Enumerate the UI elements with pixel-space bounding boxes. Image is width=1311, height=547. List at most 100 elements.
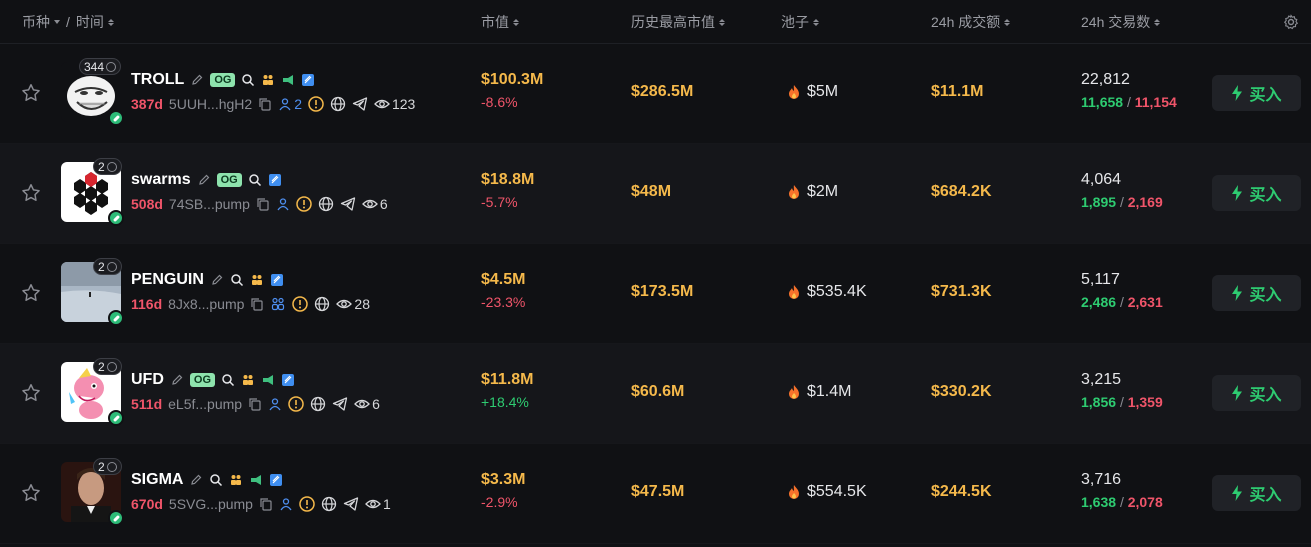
- sort-vol[interactable]: 24h 成交额: [931, 12, 1011, 32]
- edit-icon[interactable]: [189, 473, 203, 487]
- header-pool[interactable]: 池子: [781, 12, 809, 32]
- token-name[interactable]: UFD: [131, 371, 164, 389]
- holder-badge-count: 344: [84, 59, 105, 74]
- market-cap-change: -5.7%: [481, 194, 518, 210]
- header-mcap[interactable]: 市值: [481, 12, 509, 32]
- market-cap-change: -23.3%: [481, 294, 526, 310]
- globe-icon[interactable]: [321, 496, 337, 512]
- token-name[interactable]: TROLL: [131, 71, 184, 89]
- sort-icon[interactable]: [813, 18, 819, 26]
- telegram-icon[interactable]: [340, 196, 356, 212]
- sort-pool[interactable]: 池子: [781, 12, 819, 32]
- globe-icon[interactable]: [330, 96, 346, 112]
- sort-icon[interactable]: [1154, 18, 1161, 26]
- token-age: 670d: [131, 496, 163, 512]
- token-name[interactable]: swarms: [131, 171, 191, 189]
- buy-button[interactable]: 买入: [1212, 475, 1301, 511]
- eye-icon: [361, 199, 378, 209]
- megaphone-icon: [263, 375, 274, 385]
- buy-label[interactable]: 买入: [1249, 481, 1281, 505]
- buy-button[interactable]: 买入: [1212, 175, 1301, 211]
- copy-icon[interactable]: [248, 397, 262, 411]
- og-badge: OG: [210, 73, 236, 87]
- lightning-icon: [1232, 85, 1243, 101]
- token-address[interactable]: 5UUH...hgH2: [169, 96, 252, 112]
- holder-badge-count: 2: [98, 459, 105, 474]
- globe-icon[interactable]: [310, 396, 326, 412]
- star-icon[interactable]: [20, 182, 42, 204]
- token-address[interactable]: eL5f...pump: [168, 396, 242, 412]
- sort-icon[interactable]: [1004, 18, 1011, 26]
- sort-icon[interactable]: [513, 18, 519, 26]
- megaphone-icon: [251, 475, 262, 485]
- buy-label[interactable]: 买入: [1249, 181, 1281, 205]
- table-row[interactable]: 2 SIGMA 670d 5SVG...pump 1 $3.3M -2.9% $…: [0, 444, 1311, 544]
- buy-count: 1,856: [1081, 394, 1117, 410]
- table-row[interactable]: 2 PENGUIN 116d 8Jx8...pump 28 $4.5M -23.…: [0, 244, 1311, 344]
- header-vol[interactable]: 24h 成交额: [931, 12, 1000, 32]
- table-row[interactable]: 2 UFD OG 511d eL5f...pump 6 $11.8M +18.4…: [0, 344, 1311, 444]
- buy-label[interactable]: 买入: [1249, 281, 1281, 305]
- edit-icon[interactable]: [210, 273, 224, 287]
- globe-icon[interactable]: [318, 196, 334, 212]
- holders-icon: [279, 98, 291, 111]
- verified-icon: [282, 374, 295, 386]
- token-address[interactable]: 5SVG...pump: [169, 496, 253, 512]
- telegram-icon[interactable]: [352, 96, 368, 112]
- copy-icon[interactable]: [256, 197, 270, 211]
- pill-icon: [108, 210, 124, 226]
- buy-button[interactable]: 买入: [1212, 375, 1301, 411]
- search-icon[interactable]: [209, 473, 223, 487]
- search-icon[interactable]: [248, 173, 262, 187]
- sort-icon[interactable]: [107, 18, 114, 26]
- header-ath[interactable]: 历史最高市值: [631, 12, 715, 32]
- token-address[interactable]: 8Jx8...pump: [168, 296, 244, 312]
- gear-icon[interactable]: [1283, 14, 1299, 30]
- market-cap-change: -8.6%: [481, 94, 518, 110]
- token-address[interactable]: 74SB...pump: [169, 196, 250, 212]
- pool-liquidity: $2M: [807, 183, 839, 200]
- token-name[interactable]: PENGUIN: [131, 271, 204, 289]
- copy-icon[interactable]: [258, 97, 272, 111]
- market-cap-change: -2.9%: [481, 494, 518, 510]
- telegram-icon[interactable]: [343, 496, 359, 512]
- sort-icon[interactable]: [719, 18, 725, 26]
- copy-icon[interactable]: [250, 297, 264, 311]
- buy-button[interactable]: 买入: [1212, 275, 1301, 311]
- sort-tx[interactable]: 24h 交易数: [1081, 12, 1161, 32]
- sort-ath[interactable]: 历史最高市值: [631, 12, 725, 32]
- edit-icon[interactable]: [170, 373, 184, 387]
- star-icon[interactable]: [20, 282, 42, 304]
- tx-total: 3,716: [1081, 471, 1122, 488]
- token-age: 511d: [131, 396, 163, 412]
- buy-button[interactable]: 买入: [1212, 75, 1301, 111]
- search-icon[interactable]: [230, 273, 244, 287]
- sort-coin-time[interactable]: 币种 / 时间: [22, 12, 114, 32]
- sell-count: 2,169: [1127, 194, 1163, 210]
- buy-label[interactable]: 买入: [1249, 381, 1281, 405]
- search-icon[interactable]: [221, 373, 235, 387]
- edit-icon[interactable]: [197, 173, 211, 187]
- star-icon[interactable]: [20, 82, 42, 104]
- copy-icon[interactable]: [259, 497, 273, 511]
- edit-icon[interactable]: [190, 73, 204, 87]
- search-icon[interactable]: [241, 73, 255, 87]
- header-time[interactable]: 时间: [76, 12, 104, 32]
- header-coin[interactable]: 币种: [22, 12, 50, 32]
- star-icon[interactable]: [20, 382, 42, 404]
- buy-label[interactable]: 买入: [1249, 81, 1281, 105]
- star-icon[interactable]: [20, 482, 42, 504]
- tx-total: 3,215: [1081, 371, 1122, 388]
- sort-mcap[interactable]: 市值: [481, 12, 519, 32]
- table-row[interactable]: 2 swarms OG 508d 74SB...pump 6 $18.8M -5…: [0, 144, 1311, 244]
- header-tx[interactable]: 24h 交易数: [1081, 12, 1150, 32]
- table-row[interactable]: 344 TROLL OG 387d 5UUH...hgH2 2 123 $100…: [0, 44, 1311, 144]
- globe-icon[interactable]: [314, 296, 330, 312]
- chevron-down-icon[interactable]: [54, 20, 60, 24]
- token-name[interactable]: SIGMA: [131, 471, 183, 489]
- holders-icon: [280, 498, 292, 511]
- team-icon: [251, 275, 262, 285]
- lightning-icon: [1232, 285, 1243, 301]
- telegram-icon[interactable]: [332, 396, 348, 412]
- market-cap-change: +18.4%: [481, 394, 529, 410]
